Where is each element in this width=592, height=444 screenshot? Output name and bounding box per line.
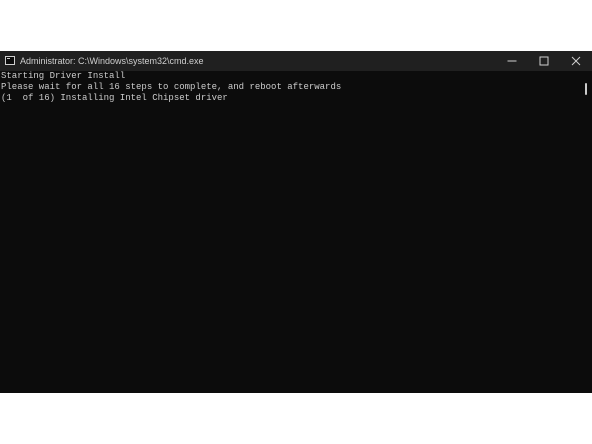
console-line: (1 of 16) Installing Intel Chipset drive… — [1, 93, 228, 103]
minimize-icon — [507, 60, 517, 62]
close-icon — [571, 56, 581, 66]
maximize-icon — [539, 56, 549, 66]
maximize-button[interactable] — [528, 51, 560, 71]
minimize-button[interactable] — [496, 51, 528, 71]
cmd-window: Administrator: C:\Windows\system32\cmd.e… — [0, 51, 592, 393]
vertical-scrollbar[interactable] — [582, 71, 592, 393]
scrollbar-thumb[interactable] — [585, 83, 587, 95]
console-line: Please wait for all 16 steps to complete… — [1, 82, 342, 92]
close-button[interactable] — [560, 51, 592, 71]
console-line: Starting Driver Install — [1, 71, 126, 81]
title-bar[interactable]: Administrator: C:\Windows\system32\cmd.e… — [0, 51, 592, 71]
console-output[interactable]: Starting Driver Install Please wait for … — [0, 71, 582, 393]
cmd-icon[interactable] — [5, 56, 15, 65]
window-title: Administrator: C:\Windows\system32\cmd.e… — [20, 56, 204, 66]
